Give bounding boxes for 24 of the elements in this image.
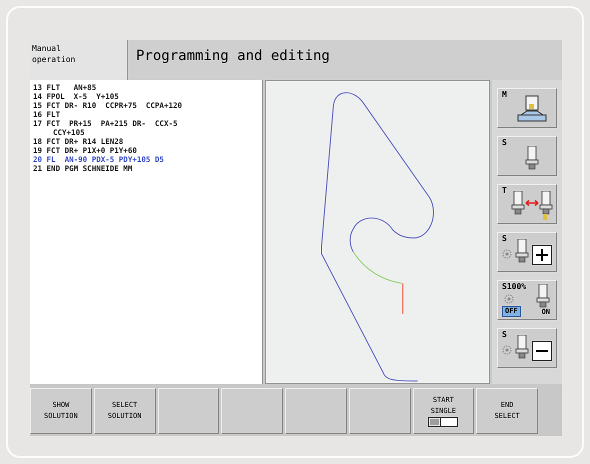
dial-icon [502,345,512,355]
key-label: M [502,91,507,99]
softkey[interactable]: T [497,184,557,224]
key-label: S100% [502,283,526,291]
mode-label: Manual operation [32,43,76,65]
key-label: S [502,235,507,243]
softkey[interactable]: S [497,328,557,368]
key-label: S [502,331,507,339]
plus-icon [532,245,552,265]
dial-icon [504,294,514,304]
spindle-icon [525,146,539,170]
spindle-icon [515,239,529,263]
softkey[interactable]: S [497,232,557,272]
screen-title: Programming and editing [136,48,330,64]
softkey[interactable]: S [497,136,557,176]
dial-icon [502,249,512,259]
softkey[interactable]: M [497,88,557,128]
spindle-icon [536,284,550,308]
key-label: S [502,139,507,147]
single-block-icon [428,417,458,427]
tool-change-icon [510,191,554,221]
key-label: T [502,187,507,195]
spindle-icon [515,335,529,359]
minus-icon [532,341,552,361]
